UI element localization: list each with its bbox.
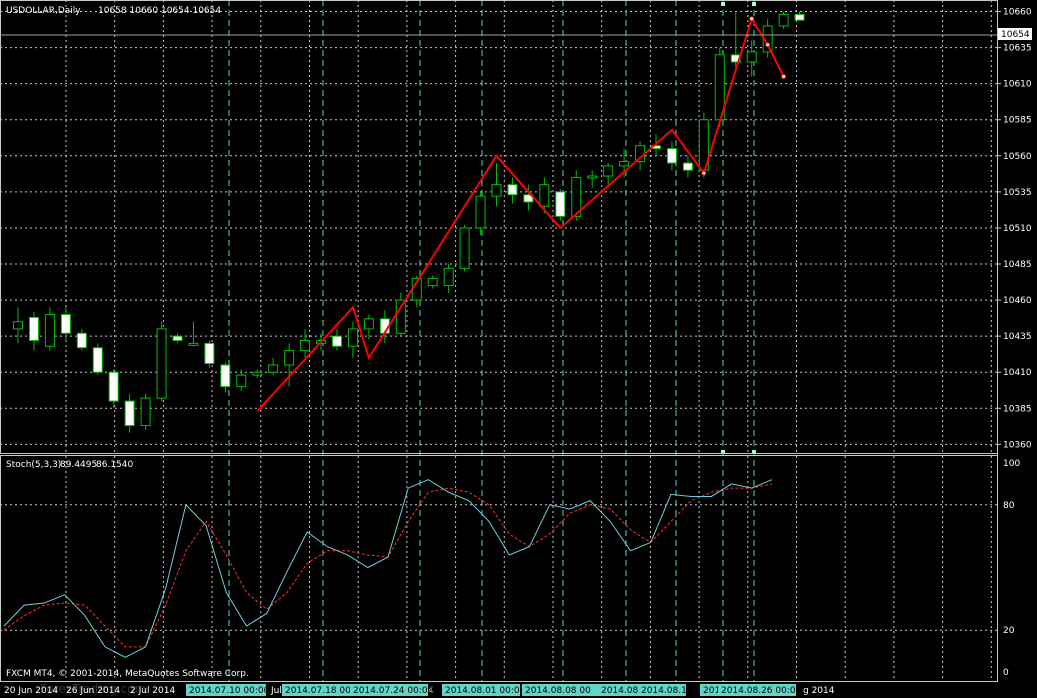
stoch-signal-value: 86.1540 (96, 460, 133, 470)
price-tick-label: 10585 (1003, 116, 1032, 126)
price-tick-label: 10535 (1003, 188, 1032, 198)
candle-bear (76, 332, 87, 349)
candle-bull (491, 184, 502, 197)
candle-bull (443, 267, 454, 287)
marker-handle[interactable] (752, 2, 756, 6)
candle-bull (188, 342, 199, 346)
candle-bull (778, 13, 789, 27)
candle-bull (475, 195, 486, 229)
candle-bull (44, 314, 55, 347)
symbol-label: USDOLLAR,Daily (6, 6, 81, 16)
candle-bear (92, 347, 103, 373)
candle-bull (395, 299, 406, 334)
candle-bear (124, 400, 135, 427)
price-tick-label: 10460 (1003, 296, 1032, 306)
candle-bull (459, 227, 470, 269)
candle-bear (555, 191, 566, 217)
price-tick-label: 10610 (1003, 80, 1032, 90)
candle-bull (427, 277, 438, 287)
zigzag-point (765, 42, 771, 48)
trading-chart[interactable]: USDOLLAR,Daily 10658 10660 10654 10654 1… (0, 0, 1037, 698)
candle-bear (682, 162, 693, 171)
zigzag-point (701, 170, 707, 176)
price-tick-label: 10435 (1003, 332, 1032, 342)
candle-bull (603, 165, 614, 177)
candle-bull (347, 328, 358, 347)
candle-bear (108, 371, 119, 402)
candle-bear (332, 335, 342, 347)
stoch-tick-label: 100 (1003, 459, 1020, 469)
candle-bear (794, 13, 805, 21)
candle-bear (204, 342, 215, 365)
candle-bear (220, 364, 231, 388)
price-tick-label: 10385 (1003, 404, 1032, 414)
candle-bull (619, 161, 630, 167)
date-label: 2 Jul 2014 (130, 686, 175, 696)
price-tick-label: 10660 (1003, 8, 1032, 18)
price-tick-label: 10410 (1003, 368, 1032, 378)
copyright-text: FXCM MT4, © 2001-2014, MetaQuotes Softwa… (6, 669, 249, 679)
candle-bull (746, 51, 757, 63)
candle-bear (28, 316, 39, 341)
date-label: 20 Jun 2014 (4, 686, 58, 696)
candle-bull (300, 339, 311, 352)
candle-bear (666, 148, 677, 164)
candle-bull (284, 350, 295, 366)
stoch-tick-label: 20 (1003, 626, 1015, 636)
candle-bull (156, 328, 167, 399)
current-price-label: 10654 (1001, 30, 1030, 40)
marker-handle[interactable] (721, 2, 725, 6)
candle-bull (587, 175, 598, 179)
price-tick-label: 10485 (1003, 260, 1032, 270)
price-tick-label: 10635 (1003, 44, 1032, 54)
candle-bull (363, 318, 374, 330)
candle-bull (236, 374, 247, 388)
candle-bear (507, 184, 518, 196)
price-tick-label: 10360 (1003, 440, 1032, 450)
candle-bull (252, 371, 263, 376)
date-label: g 2014 (803, 686, 835, 696)
date-label: Jul (270, 686, 282, 696)
zigzag-point (781, 73, 787, 79)
date-highlight-label: 2014.08.08 00 (525, 686, 591, 696)
date-highlight-label: 2014.07.24 00:00 (353, 686, 434, 696)
candle-bull (140, 397, 151, 427)
stoch-tick-label: 0 (1003, 668, 1009, 678)
date-highlight-label: 2014.08.01 00:00 (445, 686, 526, 696)
candle-bear (172, 335, 183, 341)
price-tick-label: 10510 (1003, 224, 1032, 234)
candle-bear (60, 314, 71, 334)
price-tick-label: 10560 (1003, 152, 1032, 162)
date-label: 26 Jun 2014 (66, 686, 120, 696)
candle-bull (268, 364, 279, 373)
date-highlight-label: 2014.08.19 (641, 686, 693, 696)
zigzag-point (749, 16, 755, 22)
stoch-main-value: 89.4495 (60, 460, 97, 470)
date-highlight-label: 2014.07.10 00:00 (189, 686, 270, 696)
candle-bull (13, 321, 23, 330)
candle-bull (539, 184, 550, 207)
date-highlight-label: 2014.08.26 00:00 (721, 686, 802, 696)
date-highlight-label: 2014.07.18 00 (285, 686, 351, 696)
stoch-label: Stoch(5,3,3) (6, 460, 61, 470)
chart-background (0, 0, 1037, 698)
stoch-tick-label: 80 (1003, 501, 1015, 511)
ohlc-label: 10658 10660 10654 10654 (98, 6, 221, 16)
